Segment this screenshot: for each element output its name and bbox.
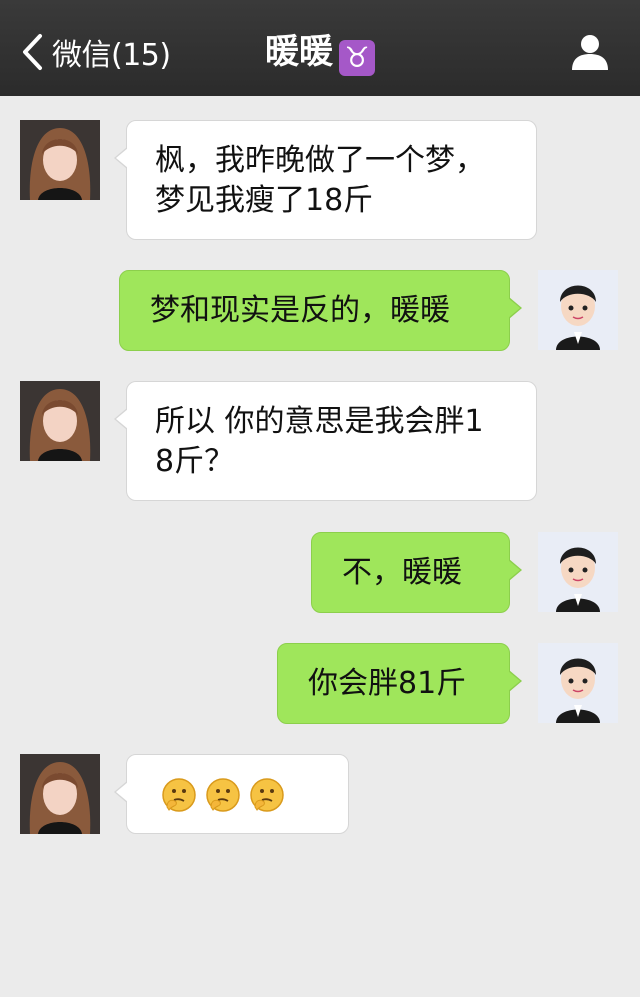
taurus-emoji: ♉ bbox=[339, 40, 375, 76]
contact-profile-button[interactable] bbox=[570, 32, 610, 72]
contact-avatar[interactable] bbox=[20, 754, 100, 834]
chat-title: 暖暖 ♉ bbox=[0, 30, 640, 76]
person-icon bbox=[572, 35, 608, 70]
chat-header: 微信(15) 暖暖 ♉ bbox=[0, 0, 640, 96]
my-avatar-image bbox=[538, 532, 618, 612]
message-line: 8斤？ bbox=[155, 444, 235, 479]
my-avatar[interactable] bbox=[538, 270, 618, 350]
message-line: 你会胖81斤 bbox=[308, 666, 467, 701]
message-line: 所以 你的意思是我会胖1 bbox=[155, 404, 484, 439]
message-line: 梦和现实是反的，暖暖 bbox=[150, 293, 450, 328]
contact-avatar[interactable] bbox=[20, 381, 100, 461]
contact-avatar[interactable] bbox=[20, 120, 100, 200]
message-bubble-incoming[interactable]: 枫，我昨晚做了一个梦， 梦见我瘦了18斤 bbox=[114, 120, 537, 240]
contact-avatar-image bbox=[20, 754, 100, 834]
contact-avatar-image bbox=[20, 381, 100, 461]
thinking-face-icon bbox=[162, 778, 196, 812]
contact-name: 暖暖 bbox=[265, 32, 333, 72]
contact-avatar-image bbox=[20, 120, 100, 200]
my-avatar[interactable] bbox=[538, 532, 618, 612]
message-bubble-incoming[interactable] bbox=[114, 754, 349, 834]
message-bubble-outgoing[interactable]: 梦和现实是反的，暖暖 bbox=[119, 270, 522, 351]
my-avatar-image bbox=[538, 643, 618, 723]
message-line: 枫，我昨晚做了一个梦， bbox=[155, 143, 485, 178]
message-line: 梦见我瘦了18斤 bbox=[155, 183, 374, 218]
my-avatar[interactable] bbox=[538, 643, 618, 723]
my-avatar-image bbox=[538, 270, 618, 350]
message-bubble-incoming[interactable]: 所以 你的意思是我会胖1 8斤？ bbox=[114, 381, 537, 501]
message-bubble-outgoing[interactable]: 你会胖81斤 bbox=[277, 643, 522, 724]
message-bubble-outgoing[interactable]: 不，暖暖 bbox=[311, 532, 522, 613]
message-line: 不，暖暖 bbox=[342, 555, 462, 590]
thinking-face-icon bbox=[250, 778, 284, 812]
emoji-row bbox=[161, 775, 314, 815]
thinking-face-icon bbox=[206, 778, 240, 812]
